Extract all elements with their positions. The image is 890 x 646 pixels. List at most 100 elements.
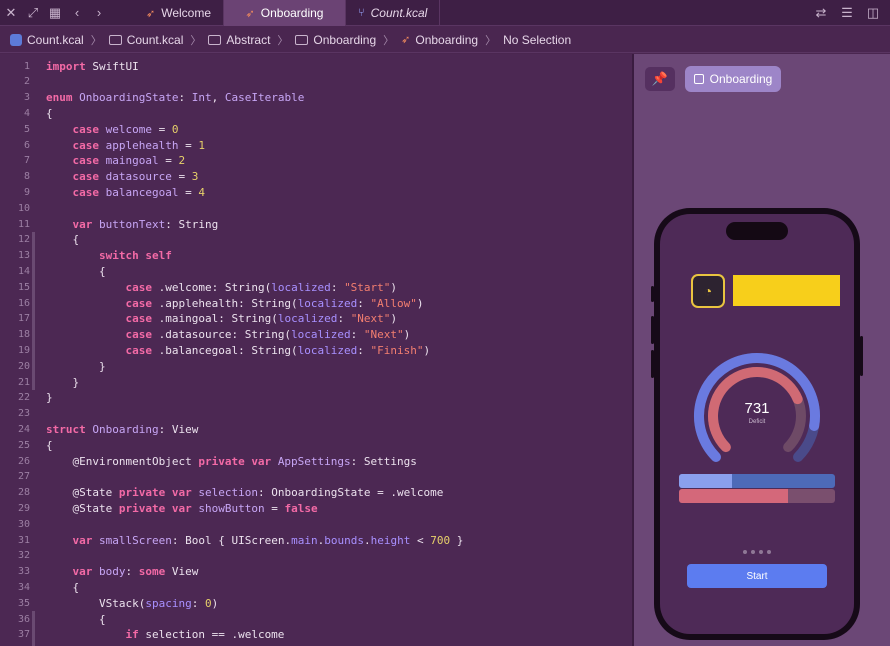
line-number: 24 bbox=[17, 423, 30, 435]
line-number: 26 bbox=[17, 455, 30, 467]
inspector-icon[interactable]: ☰ bbox=[836, 0, 858, 26]
code-line[interactable]: 21 } bbox=[0, 374, 632, 390]
fold-ribbon[interactable] bbox=[32, 611, 35, 646]
code-line[interactable]: 38 { bbox=[0, 643, 632, 646]
start-button[interactable]: Start bbox=[687, 564, 827, 588]
onboarding-preview-button[interactable]: Onboarding bbox=[685, 66, 781, 92]
progress-bar-blue bbox=[679, 474, 835, 488]
code-line[interactable]: 23 bbox=[0, 406, 632, 422]
code-line[interactable]: 14 { bbox=[0, 263, 632, 279]
code-line[interactable]: 6 case applehealth = 1 bbox=[0, 137, 632, 153]
code-line[interactable]: 19 case .balancegoal: String(localized: … bbox=[0, 342, 632, 358]
code-text: struct Onboarding: View bbox=[46, 422, 199, 436]
fold-ribbon[interactable] bbox=[32, 263, 35, 374]
line-number: 25 bbox=[17, 439, 30, 451]
tab-count-kcal[interactable]: ⑂ Count.kcal bbox=[346, 0, 441, 26]
code-line[interactable]: 9 case balancegoal = 4 bbox=[0, 184, 632, 200]
code-editor[interactable]: 1 import SwiftUI 2 3 enum OnboardingState: I… bbox=[0, 54, 632, 646]
breadcrumb-item[interactable]: Onboarding bbox=[295, 33, 376, 47]
pin-icon: 📌 bbox=[651, 71, 669, 86]
preview-doc-icon bbox=[693, 74, 704, 84]
code-text: var buttonText: String bbox=[72, 217, 219, 231]
code-line[interactable]: 20 } bbox=[0, 358, 632, 374]
line-number: 18 bbox=[17, 329, 30, 341]
code-line[interactable]: 16 case .applehealth: String(localized: … bbox=[0, 295, 632, 311]
code-line[interactable]: 26 @EnvironmentObject private var AppSet… bbox=[0, 453, 632, 469]
split-editor-icon[interactable]: ◫ bbox=[862, 0, 884, 26]
progress-bar-red bbox=[679, 489, 835, 503]
code-line[interactable]: 25 { bbox=[0, 437, 632, 453]
code-text: var smallScreen: Bool { UIScreen.main.bo… bbox=[72, 533, 464, 547]
device-side-button bbox=[651, 350, 654, 378]
code-line[interactable]: 10 bbox=[0, 200, 632, 216]
code-line[interactable]: 3 enum OnboardingState: Int, CaseIterable bbox=[0, 90, 632, 106]
breadcrumb-item[interactable]: ➶ Onboarding bbox=[401, 33, 478, 47]
folder-icon bbox=[208, 34, 222, 45]
swift-icon: ➶ bbox=[245, 7, 255, 20]
editor-tabs: ➶ Welcome ➶ Onboarding ⑂ Count.kcal bbox=[134, 0, 441, 26]
code-line[interactable]: 27 bbox=[0, 469, 632, 485]
line-number: 6 bbox=[23, 139, 30, 151]
line-number: 15 bbox=[17, 281, 30, 293]
breadcrumb-label: Count.kcal bbox=[126, 32, 184, 47]
line-number: 35 bbox=[17, 597, 30, 609]
title-placeholder-bar bbox=[733, 275, 840, 306]
gauge-label: Deficit bbox=[748, 419, 766, 425]
code-line[interactable]: 29 @State private var showButton = false bbox=[0, 500, 632, 516]
pin-button[interactable]: 📌 bbox=[645, 67, 675, 91]
code-line[interactable]: 13 switch self bbox=[0, 248, 632, 264]
code-text: { bbox=[46, 233, 80, 247]
chevron-right-icon[interactable]: › bbox=[88, 0, 110, 26]
breadcrumb-item[interactable]: Count.kcal bbox=[108, 32, 184, 47]
code-line[interactable]: 35 VStack(spacing: 0) bbox=[0, 595, 632, 611]
code-line[interactable]: 24 struct Onboarding: View bbox=[0, 421, 632, 437]
chevron-right-icon: 〉 bbox=[190, 34, 202, 47]
code-line[interactable]: 7 case maingoal = 2 bbox=[0, 153, 632, 169]
code-text: case balancegoal = 4 bbox=[72, 185, 205, 199]
code-text: case .datasource: String(localized: "Nex… bbox=[125, 328, 411, 342]
tab-welcome[interactable]: ➶ Welcome bbox=[134, 0, 225, 26]
code-line[interactable]: 32 bbox=[0, 548, 632, 564]
code-line[interactable]: 5 case welcome = 0 bbox=[0, 121, 632, 137]
code-line[interactable]: 31 var smallScreen: Bool { UIScreen.main… bbox=[0, 532, 632, 548]
tab-onboarding[interactable]: ➶ Onboarding bbox=[224, 0, 347, 26]
code-line[interactable]: 1 import SwiftUI bbox=[0, 58, 632, 74]
breadcrumb-label: No Selection bbox=[503, 32, 572, 47]
close-icon[interactable]: ✕ bbox=[0, 0, 22, 26]
code-text: } bbox=[46, 391, 53, 405]
code-line[interactable]: 33 var body: some View bbox=[0, 564, 632, 580]
tab-bar: ✕ ⤢ ▦ ‹ › ➶ Welcome ➶ Onboarding ⑂ Count.kcal… bbox=[0, 0, 890, 26]
code-line[interactable]: 22} bbox=[0, 390, 632, 406]
code-line[interactable]: 18 case .datasource: String(localized: "… bbox=[0, 327, 632, 343]
code-text: { bbox=[46, 264, 106, 278]
expand-icon[interactable]: ⤢ bbox=[22, 0, 44, 26]
code-text: @State private var showButton = false bbox=[46, 501, 318, 515]
code-line[interactable]: 37 if selection == .welcome bbox=[0, 627, 632, 643]
speedometer-icon: ◔ bbox=[693, 276, 723, 306]
code-line[interactable]: 30 bbox=[0, 516, 632, 532]
code-line[interactable]: 17 case .maingoal: String(localized: "Ne… bbox=[0, 311, 632, 327]
folder-icon bbox=[108, 34, 122, 45]
line-number: 13 bbox=[17, 250, 30, 262]
swift-icon: ➶ bbox=[401, 34, 411, 46]
code-line[interactable]: 12 { bbox=[0, 232, 632, 248]
code-line[interactable]: 4{ bbox=[0, 105, 632, 121]
swap-icon[interactable]: ⇄ bbox=[810, 0, 832, 26]
breadcrumb-item[interactable]: Count.kcal bbox=[10, 33, 84, 47]
code-line[interactable]: 15 case .welcome: String(localized: "Sta… bbox=[0, 279, 632, 295]
breadcrumb-item[interactable]: Abstract bbox=[208, 33, 270, 47]
code-line[interactable]: 36 { bbox=[0, 611, 632, 627]
line-number: 22 bbox=[17, 392, 30, 404]
breadcrumb-item[interactable]: No Selection bbox=[503, 33, 571, 47]
code-text: case .applehealth: String(localized: "Al… bbox=[125, 296, 424, 310]
code-line[interactable]: 8 case datasource = 3 bbox=[0, 169, 632, 185]
folder-icon bbox=[295, 34, 309, 45]
grid-icon[interactable]: ▦ bbox=[44, 0, 66, 26]
code-line[interactable]: 2 bbox=[0, 74, 632, 90]
tab-label: Count.kcal bbox=[370, 6, 428, 20]
code-line[interactable]: 34 { bbox=[0, 579, 632, 595]
code-line[interactable]: 28 @State private var selection: Onboard… bbox=[0, 485, 632, 501]
chevron-left-icon[interactable]: ‹ bbox=[66, 0, 88, 26]
line-number: 28 bbox=[17, 487, 30, 499]
code-line[interactable]: 11 var buttonText: String bbox=[0, 216, 632, 232]
